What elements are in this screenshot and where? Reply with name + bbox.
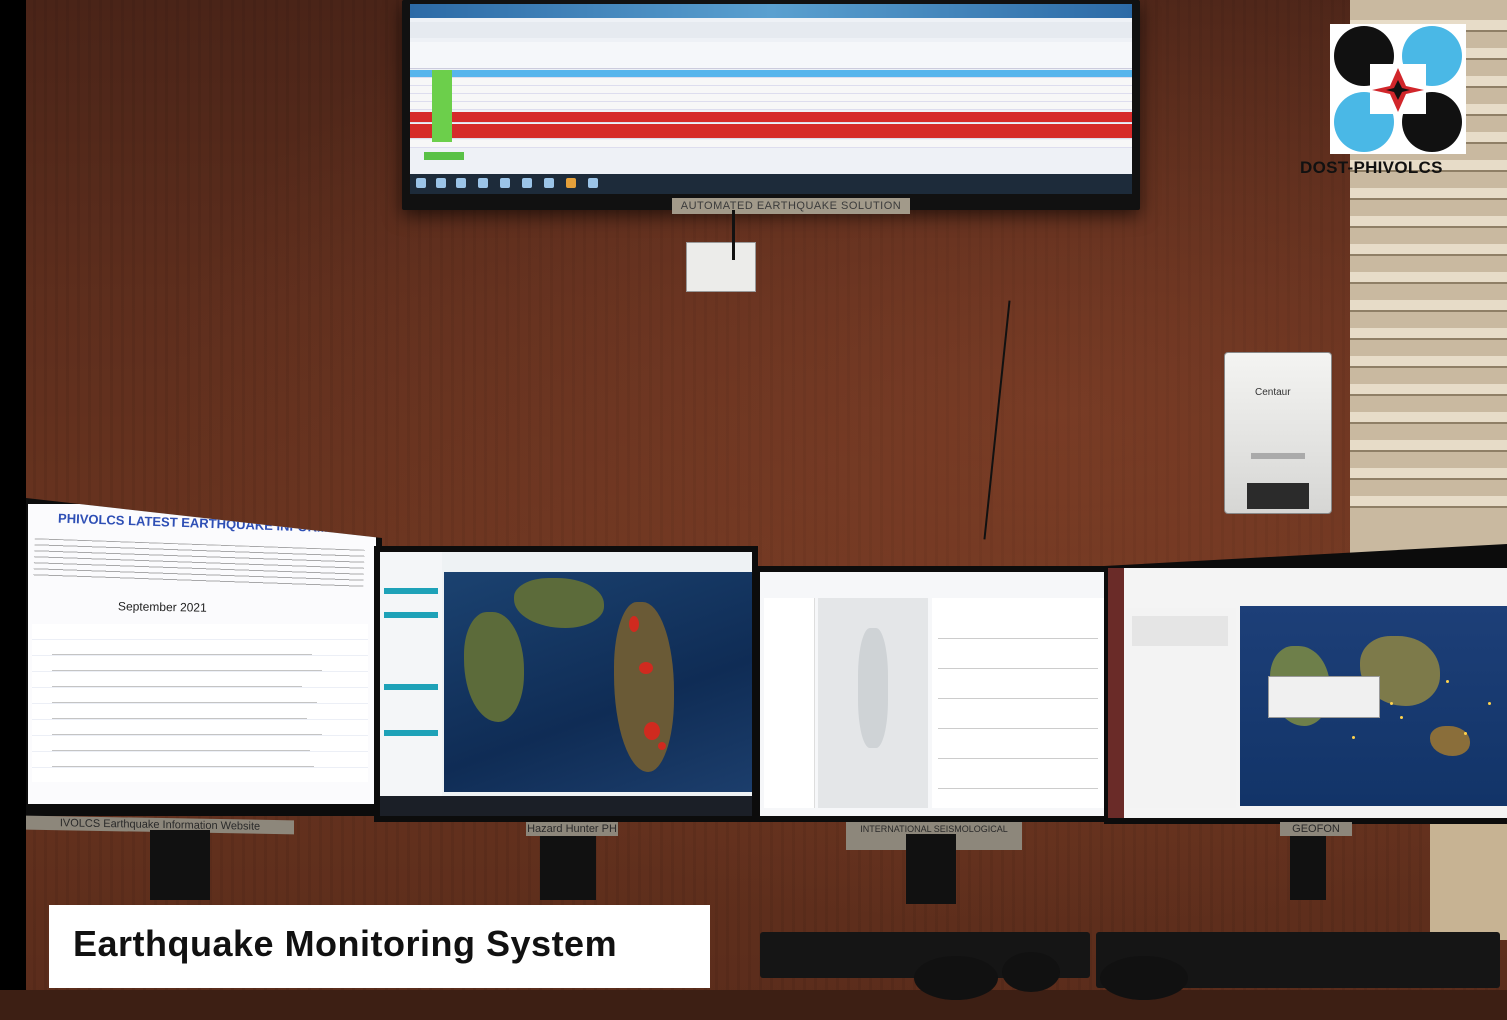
desk [0, 990, 1507, 1020]
app-launcher-bar [1108, 568, 1124, 818]
monitoring-room-photo: AUTOMATED EARTHQUAKE SOLUTION Centaur PH… [0, 0, 1507, 1020]
monitor-hazard-hunter [374, 546, 758, 822]
monitor-stand [150, 830, 210, 900]
phivolcs-earthquake-page: PHIVOLCS LATEST EARTHQUAKE INFORMATION S… [28, 504, 376, 804]
device-label: Centaur [1255, 387, 1291, 398]
wall-tv [402, 0, 1140, 210]
earthquake-table [32, 624, 368, 782]
mouse [1002, 952, 1060, 992]
philippines-hazard-map [444, 572, 752, 792]
intro-paragraph [33, 538, 365, 590]
world-seismicity-map [1240, 606, 1507, 806]
seismic-digitizer: Centaur [1224, 352, 1332, 514]
monitor-stand [906, 834, 956, 904]
monitor-2-label: Hazard Hunter PH [526, 822, 618, 836]
caption-box: Earthquake Monitoring System [49, 905, 710, 988]
monitor-isc [756, 566, 1112, 822]
tv-label: AUTOMATED EARTHQUAKE SOLUTION [672, 198, 910, 214]
monitor-stand [1290, 836, 1326, 900]
hazard-hunter-map-app [380, 552, 752, 816]
month-heading: September 2021 [117, 599, 207, 615]
mouse [1100, 956, 1188, 1000]
phivolcs-logo [1330, 24, 1466, 154]
power-outlet [686, 242, 756, 292]
map-sidebar [380, 552, 442, 802]
caption-text: Earthquake Monitoring System [73, 923, 618, 964]
tv-taskbar [410, 174, 1132, 194]
cable [732, 210, 735, 260]
isc-event-page [760, 572, 1108, 816]
monitor-phivolcs-website: PHIVOLCS LATEST EARTHQUAKE INFORMATION S… [26, 498, 382, 816]
event-panel [1126, 608, 1236, 808]
monitor-geofon [1104, 544, 1507, 824]
logo-text: DOST-PHIVOLCS [1300, 158, 1443, 177]
monitor-4-label: GEOFON [1280, 822, 1352, 836]
isc-event-list [932, 598, 1108, 808]
monitor-stand [540, 836, 596, 900]
window-lower [1430, 820, 1507, 940]
mouse [914, 956, 998, 1000]
isc-map [818, 598, 928, 808]
geofon-world-map-app [1108, 568, 1507, 818]
tv-screen-event-list [410, 4, 1132, 194]
